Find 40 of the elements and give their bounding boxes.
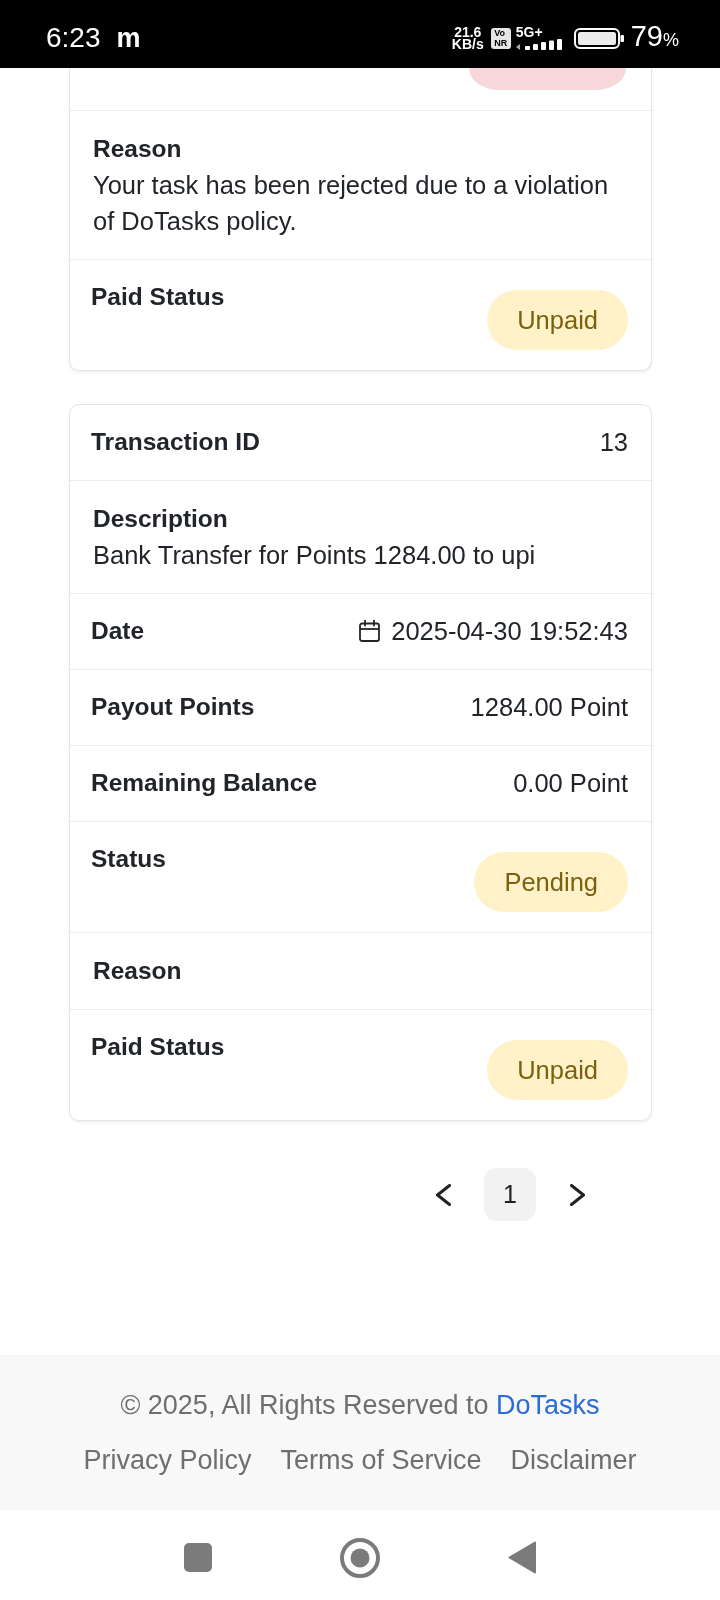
status-badge: Pending xyxy=(474,852,628,912)
network-speed-unit: KB/s xyxy=(451,38,484,50)
battery-percent: 79% xyxy=(630,20,679,54)
field-label: Date xyxy=(91,616,145,646)
chevron-left-icon xyxy=(435,1183,451,1206)
field-label: Transaction ID xyxy=(91,427,260,457)
chevron-right-icon xyxy=(569,1183,585,1206)
field-label: Reason xyxy=(93,134,183,164)
field-text: Your task has been rejected due to a violation of DoTasks policy. xyxy=(93,170,610,237)
status-badge: Unpaid xyxy=(487,290,628,350)
copyright-text: © 2025, All Rights Reserved to DoTasks xyxy=(120,1389,600,1422)
signal-icon xyxy=(515,39,564,50)
field-label: Remaining Balance xyxy=(91,768,317,798)
footer-link[interactable]: Terms of Service xyxy=(280,1440,482,1480)
notification-letter: m xyxy=(116,22,141,54)
calendar-icon xyxy=(359,620,381,642)
back-icon[interactable] xyxy=(508,1541,536,1574)
field-value: 1284.00 Point xyxy=(470,692,628,723)
field-label: Payout Points xyxy=(91,692,255,722)
field-label: Paid Status xyxy=(91,1032,225,1062)
network-speed-value: 21.6 xyxy=(454,26,482,38)
status-badge: Unpaid xyxy=(487,1040,628,1100)
brand-link[interactable]: DoTasks xyxy=(496,1390,600,1420)
field-value: 13 xyxy=(599,427,628,458)
square-icon[interactable] xyxy=(184,1543,212,1572)
home-icon[interactable] xyxy=(340,1537,380,1578)
field-text: Bank Transfer for Points 1284.00 to upi xyxy=(93,540,537,571)
field-label: Description xyxy=(93,504,229,534)
field-value: 0.00 Point xyxy=(513,768,628,799)
network-type-label: 5G+ xyxy=(515,26,543,38)
battery-icon xyxy=(573,27,624,49)
field-label: Status xyxy=(91,844,166,874)
footer-link[interactable]: Disclaimer xyxy=(510,1440,637,1480)
field-label: Paid Status xyxy=(91,282,225,312)
page-button[interactable]: 1 xyxy=(484,1168,536,1221)
field-label: Reason xyxy=(93,956,183,986)
clock-text: 6:23 xyxy=(46,22,101,54)
network-badge: Vo NR xyxy=(490,27,511,49)
footer-link[interactable]: Privacy Policy xyxy=(83,1440,252,1480)
date-value: 2025-04-30 19:52:43 xyxy=(391,616,628,647)
